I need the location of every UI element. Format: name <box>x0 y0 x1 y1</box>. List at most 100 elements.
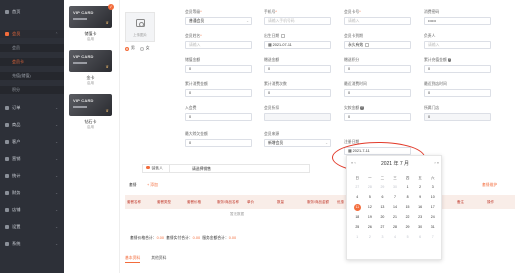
calendar-day[interactable]: 15 <box>401 204 414 211</box>
a1-input[interactable]: 0 <box>185 89 252 97</box>
source-select[interactable]: 新增会员 ⌄ <box>264 139 331 147</box>
calendar-day[interactable]: 27 <box>351 184 364 191</box>
sidebar-subitem-member-card[interactable]: 会员卡 <box>0 58 64 66</box>
deposit-input[interactable]: 0 <box>185 113 252 121</box>
package-maintain-link[interactable]: 套餐维护 <box>482 183 497 188</box>
gender-female-radio[interactable] <box>139 46 144 51</box>
calendar-day[interactable]: 21 <box>389 214 402 221</box>
avatar-upload[interactable]: 上传图片 <box>125 12 155 42</box>
calendar-day[interactable]: 7 <box>389 194 402 201</box>
card-no-input[interactable]: 请输入 <box>344 17 411 25</box>
expire-checkbox[interactable] <box>365 43 369 47</box>
birthday-input[interactable]: ▦ 2021-07-11 <box>264 41 331 49</box>
recharge-total-input[interactable]: 0 <box>185 139 252 147</box>
phone-input[interactable]: 请输入手机号码 <box>264 17 331 25</box>
sidebar-subitem-recharge[interactable]: 充值(储值) <box>0 72 64 80</box>
help-icon[interactable]: ? <box>360 106 364 110</box>
sidebar-item-shop[interactable]: 店铺 ⌄ <box>0 206 64 214</box>
sidebar-item-marketing[interactable]: 营销 ⌄ <box>0 155 64 163</box>
a2-input[interactable]: 0 <box>264 89 331 97</box>
calendar-day[interactable]: 30 <box>389 184 402 191</box>
calendar-day[interactable]: 29 <box>401 224 414 231</box>
calendar-day[interactable]: 22 <box>401 214 414 221</box>
balance-input[interactable]: 0 <box>185 65 252 73</box>
add-package-button[interactable]: + 添加 <box>147 183 158 188</box>
calendar-day[interactable]: 20 <box>376 214 389 221</box>
calendar-day[interactable]: 28 <box>364 184 377 191</box>
card-diamond[interactable]: VIP CARD ♛ <box>69 94 112 116</box>
tab-other-info[interactable]: 其他资料 <box>151 256 166 263</box>
calendar-day[interactable]: 19 <box>364 214 377 221</box>
a4-input[interactable]: 0 <box>424 89 491 97</box>
calendar-day[interactable]: 16 <box>414 204 427 211</box>
help-icon[interactable]: ? <box>447 58 452 62</box>
weekday-label: 六 <box>430 176 435 180</box>
gift-amount-input[interactable]: 0 <box>264 65 331 73</box>
calendar-day[interactable]: 14 <box>389 204 402 211</box>
calendar-day[interactable]: 24 <box>426 214 439 221</box>
points-input[interactable]: 0 <box>344 65 411 73</box>
sidebar-subitem-points[interactable]: 积分 <box>0 86 64 94</box>
calendar-day[interactable]: 1 <box>351 234 364 241</box>
calendar-day[interactable]: 30 <box>414 224 427 231</box>
calendar-day[interactable]: 5 <box>401 234 414 241</box>
expire-select[interactable]: 永久有效 <box>344 41 411 49</box>
calendar-day[interactable]: 10 <box>426 194 439 201</box>
calendar-day[interactable]: 3 <box>376 234 389 241</box>
calendar-day[interactable]: 2 <box>364 234 377 241</box>
card-stored-value[interactable]: VIP CARD ♛ ✓ <box>69 4 114 28</box>
calendar-day[interactable]: 25 <box>351 224 364 231</box>
calendar-day[interactable]: 2 <box>414 184 427 191</box>
calendar-day[interactable]: 27 <box>376 224 389 231</box>
calendar-day[interactable]: 9 <box>414 194 427 201</box>
calendar-day[interactable]: 13 <box>376 204 389 211</box>
password-input[interactable]: •••••• <box>424 17 491 25</box>
sidebar-item-customers[interactable]: 客户 ⌄ <box>0 138 64 146</box>
cumulative-input[interactable]: 0 <box>424 65 491 73</box>
discount-input[interactable] <box>264 113 331 121</box>
register-date-input[interactable]: ▦ 2021-7-11 <box>344 147 411 155</box>
calendar-day[interactable]: 11 <box>351 204 364 211</box>
name-input[interactable]: 请输入 <box>185 41 252 49</box>
a3-input[interactable]: 0 <box>344 89 411 97</box>
sidebar-item-system[interactable]: 系统 ⌄ <box>0 240 64 248</box>
calendar-day[interactable]: 26 <box>364 224 377 231</box>
sidebar-item-member[interactable]: 会员 ⌃ <box>0 30 64 38</box>
source-field: 会员来源 新增会员 ⌄ <box>264 132 331 147</box>
calendar-day[interactable]: 17 <box>426 204 439 211</box>
calendar-day[interactable]: 28 <box>389 224 402 231</box>
sidebar-item-settings[interactable]: 设置 ⌄ <box>0 223 64 231</box>
store-input[interactable]: 0 <box>424 113 491 121</box>
calendar-day[interactable]: 4 <box>389 234 402 241</box>
sidebar-item-finance[interactable]: 财务 ⌄ <box>0 189 64 197</box>
calendar-day[interactable]: 3 <box>426 184 439 191</box>
sales-select[interactable]: 请选择销售 <box>169 165 309 172</box>
card-gold[interactable]: VIP CARD ♛ <box>69 50 112 72</box>
lunar-checkbox[interactable] <box>281 34 285 38</box>
calendar-day[interactable]: 5 <box>364 194 377 201</box>
recorder-input[interactable]: 请输入 <box>424 41 491 49</box>
tab-basic-info[interactable]: 基本资料 <box>125 256 141 263</box>
calendar-day[interactable]: 6 <box>376 194 389 201</box>
sidebar-item-products[interactable]: 商品 ⌄ <box>0 121 64 129</box>
next-month-button[interactable]: › » <box>434 160 439 165</box>
debt-input[interactable]: 0 <box>344 113 411 121</box>
sidebar-item-orders[interactable]: 订单 ⌄ <box>0 104 64 112</box>
calendar-day[interactable]: 29 <box>376 184 389 191</box>
calendar-day[interactable]: 23 <box>414 214 427 221</box>
calendar-day[interactable]: 4 <box>351 194 364 201</box>
sidebar-item-stats[interactable]: 统计 ⌄ <box>0 172 64 180</box>
calendar-day[interactable]: 31 <box>426 224 439 231</box>
gender-male-radio[interactable] <box>125 46 129 51</box>
calendar-day[interactable]: 12 <box>364 204 377 211</box>
calendar-day[interactable]: 8 <box>401 194 414 201</box>
sidebar-item-home[interactable]: 首页 <box>0 8 64 16</box>
calendar-day[interactable]: 6 <box>414 234 427 241</box>
store-field: 所属门店 0 <box>424 106 491 121</box>
calendar-day[interactable]: 1 <box>401 184 414 191</box>
calendar-day[interactable]: 7 <box>426 234 439 241</box>
card-strip <box>73 62 87 64</box>
member-level-select[interactable]: 普通会员 ⌄ <box>185 17 252 25</box>
calendar-day[interactable]: 18 <box>351 214 364 221</box>
sidebar-subitem-member[interactable]: 会员 <box>0 44 64 52</box>
